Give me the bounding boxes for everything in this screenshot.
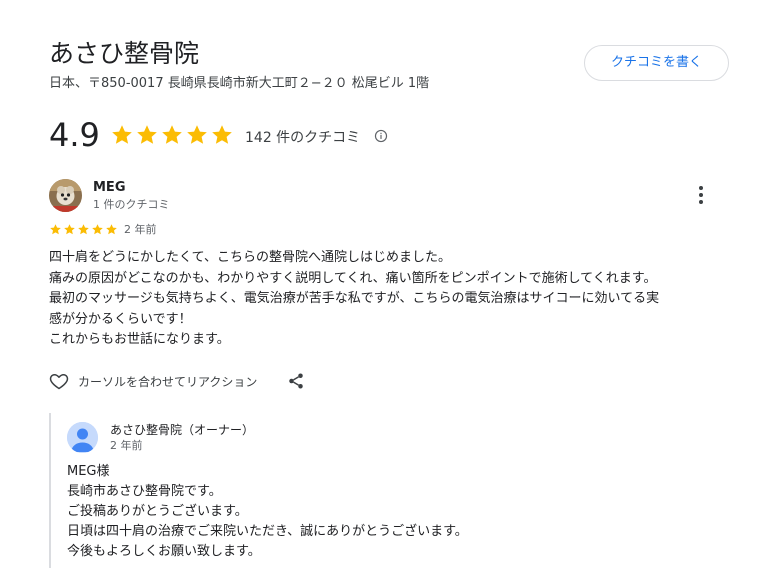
reaction-row: カーソルを合わせてリアクション: [49, 371, 305, 391]
review-line: これからもお世話になります。: [49, 332, 230, 347]
share-icon[interactable]: [287, 372, 305, 390]
star-icon: [187, 125, 207, 144]
star-icon: [106, 224, 117, 235]
reviewer-name[interactable]: MEG: [93, 180, 126, 195]
owner-name: あさひ整骨院（オーナー）: [110, 423, 255, 437]
review-stars: [49, 223, 118, 236]
write-review-button[interactable]: クチコミを書く: [584, 45, 729, 81]
review-date: 2 年前: [124, 223, 157, 236]
review-count[interactable]: 142 件のクチコミ: [245, 123, 360, 147]
reply-line: 長崎市あさひ整骨院です。: [67, 484, 222, 499]
review-line: 最初のマッサージも気持ちよく、電気治療が苦手な私ですが、こちらの電気治療はサイコ…: [49, 291, 660, 306]
reply-divider: [49, 413, 51, 568]
review-line: 感が分かるくらいです！: [49, 311, 192, 327]
owner-reply-text: MEG様 長崎市あさひ整骨院です。 ご投稿ありがとうございます。 日頃は四十肩の…: [67, 462, 707, 562]
reply-line: MEG様: [67, 464, 110, 479]
heart-outline-icon[interactable]: [49, 371, 69, 391]
reply-line: ご投稿ありがとうございます。: [67, 504, 248, 519]
review-line: 四十肩をどうにかしたくて、こちらの整骨院へ通院しはじめました。: [49, 250, 451, 265]
star-icon: [137, 125, 157, 144]
more-options-button[interactable]: [692, 184, 710, 206]
info-icon[interactable]: [374, 129, 388, 143]
more-vert-icon: [699, 186, 703, 190]
star-icon: [50, 224, 61, 235]
star-icon: [162, 125, 182, 144]
star-icon: [78, 224, 89, 235]
business-address: 日本、〒850-0017 長崎県長崎市新大工町２−２０ 松尾ビル 1階: [49, 76, 430, 91]
star-icon: [64, 224, 75, 235]
reviewer-avatar[interactable]: [49, 179, 82, 212]
review-line: 痛みの原因がどこなのかも、わかりやすく説明してくれ、痛い箇所をピンポイントで施術…: [49, 270, 657, 286]
reaction-label[interactable]: カーソルを合わせてリアクション: [78, 373, 257, 390]
reply-line: 日頃は四十肩の治療でご来院いただき、誠にありがとうございます。: [67, 524, 468, 539]
owner-reply-date: 2 年前: [110, 439, 143, 452]
rating-summary: 4.9 142 件のクチコミ: [49, 115, 388, 155]
review-text: 四十肩をどうにかしたくて、こちらの整骨院へ通院しはじめました。 痛みの原因がどこ…: [49, 248, 719, 351]
star-icon: [112, 125, 132, 144]
business-title: あさひ整骨院: [49, 39, 200, 68]
reviewer-meta: 1 件のクチコミ: [93, 198, 170, 211]
owner-avatar: [67, 422, 98, 453]
reply-line: 今後もよろしくお願い致します。: [67, 544, 261, 559]
rating-value: 4.9: [49, 116, 100, 154]
star-icon: [92, 224, 103, 235]
star-icon: [212, 125, 232, 144]
rating-stars: [110, 123, 234, 147]
